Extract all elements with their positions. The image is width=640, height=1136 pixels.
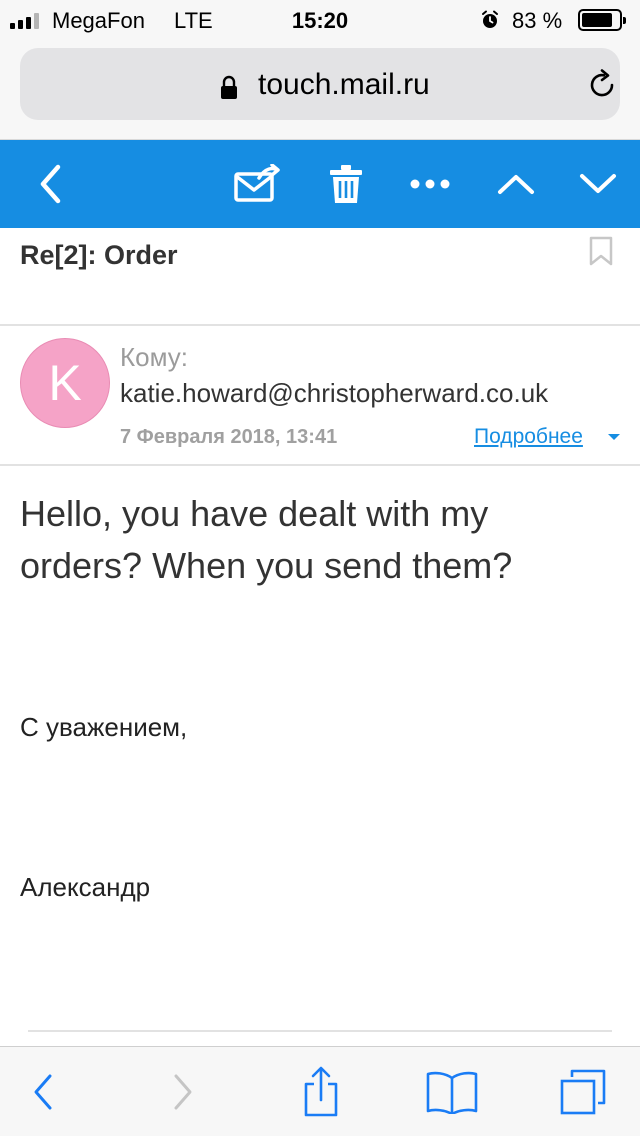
- trash-icon: [330, 165, 362, 203]
- bookmarks-button[interactable]: [420, 1047, 484, 1136]
- chevron-down-icon[interactable]: [608, 434, 620, 440]
- message-subject: Re[2]: Order: [20, 240, 178, 270]
- more-button[interactable]: [400, 140, 460, 228]
- message-header: K Кому: katie.howard@christopherward.co.…: [0, 328, 640, 466]
- battery-icon: [578, 9, 626, 31]
- battery-percent: 83 %: [512, 8, 563, 33]
- move-icon: [234, 164, 280, 202]
- back-icon: [34, 1074, 52, 1110]
- message-date: 7 Февраля 2018, 13:41: [120, 426, 338, 448]
- back-button[interactable]: [20, 140, 80, 228]
- tabs-button[interactable]: [552, 1047, 614, 1136]
- recipient-email[interactable]: katie.howard@christopherward.co.uk: [120, 378, 548, 409]
- bookmark-icon[interactable]: [588, 236, 614, 266]
- url-text: touch.mail.ru: [258, 68, 430, 101]
- status-bar: MegaFon LTE 15:20 83 %: [0, 0, 640, 40]
- mail-toolbar: [0, 140, 640, 228]
- message-body: Hello, you have dealt with my orders? Wh…: [20, 493, 513, 586]
- alarm-icon: [482, 10, 498, 28]
- reload-icon[interactable]: [586, 69, 618, 101]
- tabs-icon: [560, 1069, 606, 1115]
- browser-forward-button[interactable]: [158, 1047, 208, 1136]
- address-bar[interactable]: touch.mail.ru: [20, 48, 620, 120]
- subject-row: Re[2]: Order: [0, 228, 640, 326]
- signature-name: Александр: [20, 872, 151, 902]
- next-message-button[interactable]: [572, 140, 624, 228]
- bookmarks-icon: [426, 1071, 478, 1114]
- next-message-icon: [580, 174, 616, 193]
- delete-button[interactable]: [316, 140, 376, 228]
- prev-message-icon: [498, 175, 534, 194]
- browser-back-button[interactable]: [18, 1047, 68, 1136]
- previous-message-button[interactable]: [490, 140, 542, 228]
- browser-address-area: touch.mail.ru: [0, 40, 640, 140]
- recipient-label: Кому:: [120, 342, 188, 372]
- forward-icon: [174, 1074, 192, 1110]
- divider: [28, 1030, 612, 1032]
- lock-icon: [221, 75, 237, 99]
- details-link[interactable]: Подробнее: [474, 425, 583, 449]
- share-icon: [304, 1066, 338, 1117]
- share-button[interactable]: [294, 1047, 348, 1136]
- more-icon: [410, 179, 450, 189]
- browser-toolbar: [0, 1046, 640, 1136]
- move-button[interactable]: [226, 140, 288, 228]
- back-icon: [40, 164, 61, 204]
- signature-greeting: С уважением,: [20, 712, 188, 742]
- avatar: K: [20, 338, 110, 428]
